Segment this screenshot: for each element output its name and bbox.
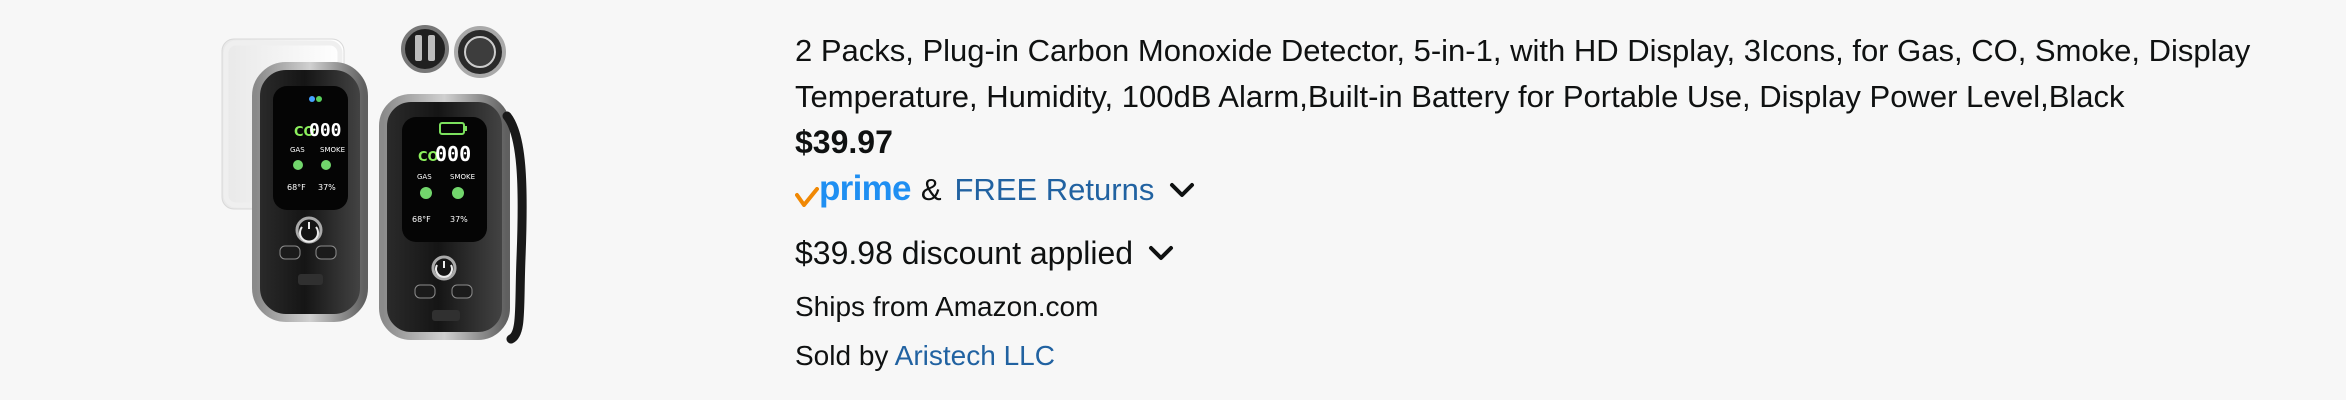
carbon-monoxide-detector-image: CO 000 GAS SMOKE 68°F 37% CO 000 GAS SMO… [221,25,527,344]
image-humidity: 37% [318,183,336,192]
plug-accessory [401,25,506,78]
image-smoke-label: SMOKE [320,146,345,154]
sold-by-row: Sold by Aristech LLC [795,338,2315,374]
image-temperature-right: 68°F [412,215,431,224]
image-gas-label: GAS [290,146,305,154]
discount-row: $39.98 discount applied [795,231,2315,275]
free-returns-link[interactable]: FREE Returns [955,169,1155,211]
image-gas-label-right: GAS [417,173,432,181]
product-image[interactable]: CO 000 GAS SMOKE 68°F 37% CO 000 GAS SMO… [218,24,540,346]
prime-label: prime [819,169,912,208]
detector-left: CO 000 GAS SMOKE 68°F 37% [252,62,368,322]
image-humidity-right: 37% [450,215,468,224]
product-price: $39.97 [795,124,893,160]
product-result-card: CO 000 GAS SMOKE 68°F 37% CO 000 GAS SMO… [0,0,2346,400]
prime-returns-row: prime & FREE Returns [795,169,2315,211]
product-details: 2 Packs, Plug-in Carbon Monoxide Detecto… [795,28,2315,374]
product-title-link[interactable]: 2 Packs, Plug-in Carbon Monoxide Detecto… [795,28,2315,120]
prime-badge: prime [795,169,912,211]
seller-link[interactable]: Aristech LLC [895,340,1055,371]
free-returns-chevron-down-icon[interactable] [1169,181,1195,199]
image-temperature: 68°F [287,183,306,192]
detector-right: CO 000 GAS SMOKE 68°F 37% [379,94,527,344]
ships-from-text: Ships from Amazon.com [795,291,1099,322]
ampersand: & [920,172,942,207]
discount-chevron-down-icon[interactable] [1148,244,1174,262]
image-co-digits: 000 [309,120,342,141]
image-co-digits-right: 000 [435,142,471,166]
discount-text[interactable]: $39.98 discount applied [795,231,1133,275]
image-smoke-label-right: SMOKE [450,173,475,181]
sold-by-label: Sold by [795,340,895,371]
prime-check-icon [795,187,819,207]
